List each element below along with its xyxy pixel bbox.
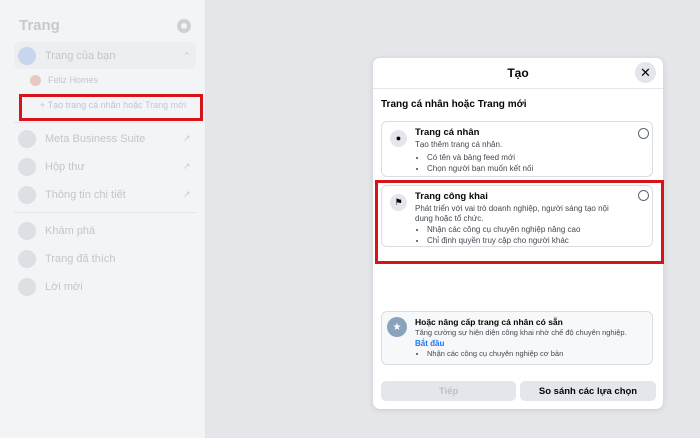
flag-icon: ⚑: [390, 194, 407, 211]
radio-personal-profile[interactable]: [638, 128, 649, 139]
external-link-icon[interactable]: ↗: [183, 161, 191, 172]
upgrade-profile-box: ★ Hoặc nâng cấp trang cá nhân có sẵn Tăn…: [381, 311, 653, 365]
insights-icon: [18, 186, 36, 204]
option-title: Trang công khai: [415, 191, 488, 202]
thumbs-up-icon: [18, 250, 36, 268]
person-icon: ●: [390, 130, 407, 147]
sidebar-title: Trang: [19, 17, 60, 34]
option-title: Trang cá nhân: [415, 127, 480, 138]
upgrade-description: Tăng cường sự hiện diện công khai nhờ ch…: [415, 328, 627, 337]
gear-icon[interactable]: [177, 19, 191, 33]
option-bullets: Có tên và bảng feed mới Chọn người bạn m…: [415, 152, 533, 174]
section-label: Trang cá nhân hoặc Trang mới: [381, 99, 527, 110]
person-add-icon: [18, 278, 36, 296]
upgrade-bullets: Nhận các công cụ chuyên nghiệp cơ bản: [415, 349, 563, 359]
get-started-link[interactable]: Bắt đầu: [415, 339, 444, 348]
page-avatar-icon: [30, 74, 41, 86]
option-description: Phát triển với vai trò doanh nghiệp, ngư…: [415, 204, 609, 223]
professional-mode-icon: ★: [387, 317, 407, 337]
create-page-link[interactable]: + Tạo trang cá nhân hoặc Trang mới: [40, 100, 186, 110]
sidebar-item-page[interactable]: Feliz Homes: [18, 70, 98, 90]
create-dialog: Tạo ✕ Trang cá nhân hoặc Trang mới ● Tra…: [373, 58, 663, 409]
next-button[interactable]: Tiếp: [381, 381, 516, 401]
bullet-item: Nhận các công cụ chuyên nghiệp nâng cao: [427, 224, 580, 235]
inbox-icon: [18, 158, 36, 176]
bullet-item: Có tên và bảng feed mới: [427, 152, 533, 163]
sidebar-item-label: Trang của bạn: [45, 50, 116, 62]
sidebar-item-label: Feliz Homes: [48, 75, 99, 85]
option-description: Tạo thêm trang cá nhân.: [415, 140, 503, 149]
sidebar-item-label: Khám phá: [45, 225, 96, 237]
upgrade-title: Hoặc nâng cấp trang cá nhân có sẵn: [415, 317, 563, 327]
radio-public-page[interactable]: [638, 190, 649, 201]
option-personal-profile[interactable]: ● Trang cá nhân Tạo thêm trang cá nhân. …: [381, 121, 653, 177]
external-link-icon[interactable]: ↗: [183, 189, 191, 200]
sidebar-item-label: Thông tin chi tiết: [45, 189, 126, 201]
sidebar-item-your-pages[interactable]: Trang của bạn: [18, 46, 116, 66]
sidebar-item-invites[interactable]: Lời mời: [18, 277, 83, 297]
bullet-item: Chỉ định quyền truy cập cho người khác: [427, 235, 580, 246]
sidebar-item-meta-business-suite[interactable]: Meta Business Suite: [18, 129, 145, 149]
flag-icon: [18, 47, 36, 65]
sidebar-item-inbox[interactable]: Hộp thư: [18, 157, 85, 177]
close-button[interactable]: ✕: [635, 62, 656, 83]
chevron-up-icon[interactable]: ⌃: [183, 51, 191, 62]
dialog-title: Tạo: [507, 66, 529, 80]
sidebar-item-liked-pages[interactable]: Trang đã thích: [18, 249, 116, 269]
sidebar-item-label: Trang đã thích: [45, 253, 116, 265]
pages-sidebar: Trang Trang của bạn ⌃ Feliz Homes + Tạo …: [0, 0, 206, 438]
sidebar-item-insights[interactable]: Thông tin chi tiết: [18, 185, 126, 205]
compare-options-button[interactable]: So sánh các lựa chọn: [520, 381, 656, 401]
compass-icon: [18, 222, 36, 240]
close-icon: ✕: [640, 64, 651, 80]
sidebar-item-label: Lời mời: [45, 281, 83, 293]
sidebar-item-label: Hộp thư: [45, 161, 85, 173]
dialog-header: Tạo ✕: [373, 58, 663, 89]
bullet-item: Nhận các công cụ chuyên nghiệp cơ bản: [427, 349, 563, 359]
option-public-page[interactable]: ⚑ Trang công khai Phát triển với vai trò…: [381, 185, 653, 247]
external-link-icon[interactable]: ↗: [183, 133, 191, 144]
bullet-item: Chọn người bạn muốn kết nối: [427, 163, 533, 174]
sidebar-item-label: Meta Business Suite: [45, 133, 146, 145]
sidebar-item-discover[interactable]: Khám phá: [18, 221, 95, 241]
option-bullets: Nhận các công cụ chuyên nghiệp nâng cao …: [415, 224, 580, 246]
divider: [14, 212, 196, 213]
meta-icon: [18, 130, 36, 148]
divider: [14, 122, 196, 123]
